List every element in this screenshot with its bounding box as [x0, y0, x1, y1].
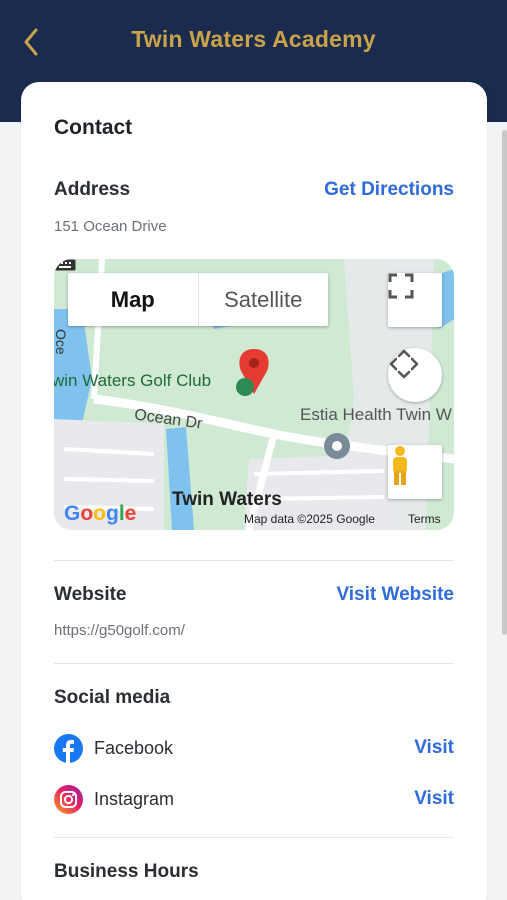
visit-facebook-link[interactable]: Visit [414, 737, 454, 759]
map-view[interactable]: Oce win Waters Golf Club Ocean Dr Estia … [54, 259, 454, 530]
instagram-icon [54, 785, 83, 814]
street-view-button[interactable] [388, 445, 442, 499]
facebook-icon [54, 734, 83, 763]
website-url: https://g50golf.com/ [54, 622, 185, 639]
map-label-twin-waters: Twin Waters [172, 489, 282, 510]
contact-card: Contact Address Get Directions 151 Ocean… [21, 82, 487, 900]
fullscreen-icon [388, 273, 414, 299]
fullscreen-button[interactable] [388, 273, 442, 327]
business-hours-heading: Business Hours [54, 861, 199, 882]
contact-heading: Contact [54, 116, 133, 139]
move-arrows-icon [389, 349, 419, 379]
website-label: Website [54, 584, 127, 605]
pan-control-button[interactable] [388, 348, 442, 402]
visit-instagram-link[interactable]: Visit [414, 788, 454, 810]
map-terms-link[interactable]: Terms [408, 512, 441, 526]
pegman-icon [393, 446, 407, 485]
social-facebook-label: Facebook [94, 738, 174, 758]
get-directions-link[interactable]: Get Directions [324, 179, 454, 201]
address-value: 151 Ocean Drive [54, 218, 167, 235]
social-media-heading: Social media [54, 687, 171, 708]
map-attribution: Map data ©2025 Google [244, 512, 375, 526]
page-title: Twin Waters Academy [131, 26, 376, 52]
scrollbar[interactable] [502, 130, 507, 635]
map-type-toggle: Map Satellite [68, 273, 328, 326]
map-type-satellite[interactable]: Satellite [199, 273, 329, 326]
social-instagram-label: Instagram [94, 789, 175, 809]
address-label: Address [54, 179, 131, 200]
visit-website-link[interactable]: Visit Website [336, 584, 454, 606]
divider [54, 837, 454, 838]
map-label-estia: Estia Health Twin W [300, 405, 452, 424]
keyboard-icon[interactable] [54, 259, 76, 271]
map-label-golf-club: win Waters Golf Club [54, 371, 212, 390]
map-label-oce: Oce [54, 329, 69, 355]
map-type-map[interactable]: Map [68, 273, 199, 326]
divider [54, 560, 454, 561]
google-logo: Google [64, 502, 137, 525]
divider [54, 663, 454, 664]
